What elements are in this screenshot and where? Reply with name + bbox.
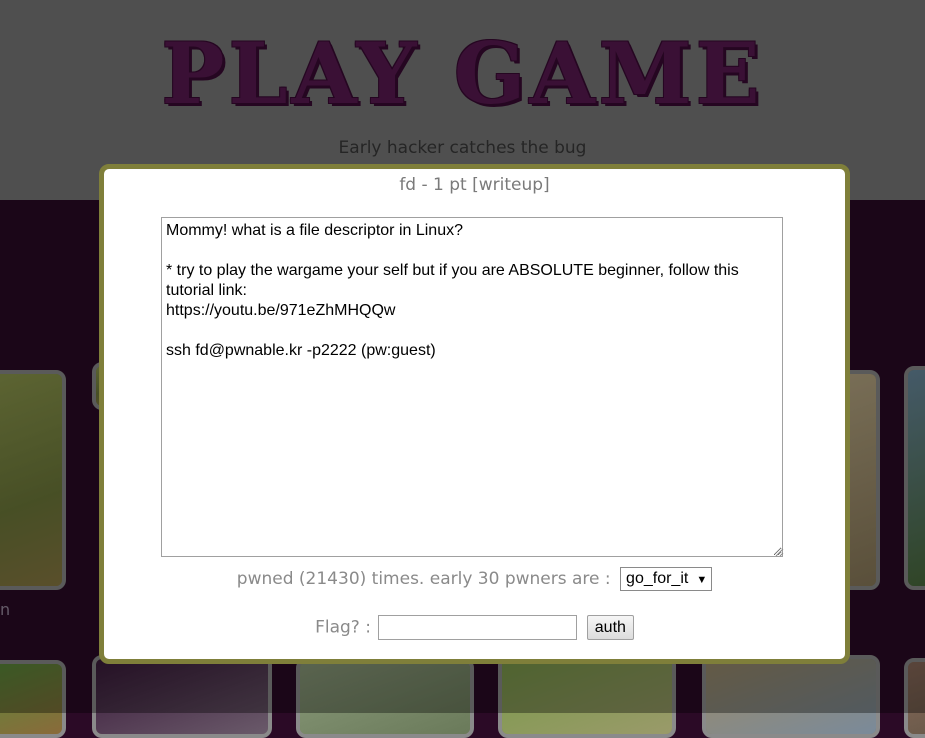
resize-grip-icon[interactable]: [774, 547, 784, 557]
dropdown-arrow-icon: ▼: [696, 574, 708, 586]
flag-input[interactable]: [378, 615, 578, 640]
challenge-title[interactable]: fd - 1 pt [writeup]: [104, 175, 845, 195]
pwned-row: pwned (21430) times. early 30 pwners are…: [104, 567, 845, 591]
auth-button[interactable]: auth: [586, 615, 634, 640]
challenge-description-textarea[interactable]: Mommy! what is a file descriptor in Linu…: [161, 217, 783, 557]
early-pwners-selected: go_for_it: [626, 570, 689, 587]
early-pwners-select[interactable]: go_for_it ▼: [620, 567, 713, 591]
flag-label: Flag? :: [315, 617, 371, 638]
pwned-count-text: pwned (21430) times. early 30 pwners are…: [236, 569, 611, 589]
challenge-modal: fd - 1 pt [writeup] Mommy! what is a fil…: [99, 164, 850, 664]
flag-row: Flag? : auth: [104, 615, 845, 640]
